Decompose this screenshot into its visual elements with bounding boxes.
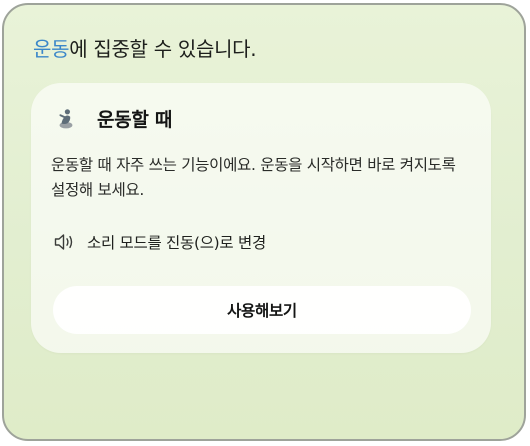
headline-accent: 운동 (33, 37, 70, 61)
routine-card: 운동할 때 운동할 때 자주 쓰는 기능이에요. 운동을 시작하면 바로 켜지도… (31, 83, 491, 353)
speaker-vibrate-icon (53, 232, 77, 252)
card-title: 운동할 때 (97, 109, 173, 131)
card-description: 운동할 때 자주 쓰는 기능이에요. 운동을 시작하면 바로 켜지도록 설정해 … (51, 156, 456, 199)
feature-item: 소리 모드를 진동(으)로 변경 (53, 231, 266, 253)
headline: 운동에 집중할 수 있습니다. (33, 33, 257, 62)
suggestion-panel: 운동에 집중할 수 있습니다. 운동할 때 운동할 때 자주 쓰는 기능이에요.… (2, 3, 526, 441)
headline-text: 에 집중할 수 있습니다. (69, 37, 257, 61)
card-header: 운동할 때 (55, 105, 172, 132)
try-it-button[interactable]: 사용해보기 (53, 286, 471, 334)
feature-label: 소리 모드를 진동(으)로 변경 (87, 234, 266, 252)
exercise-figure-icon (55, 108, 77, 130)
